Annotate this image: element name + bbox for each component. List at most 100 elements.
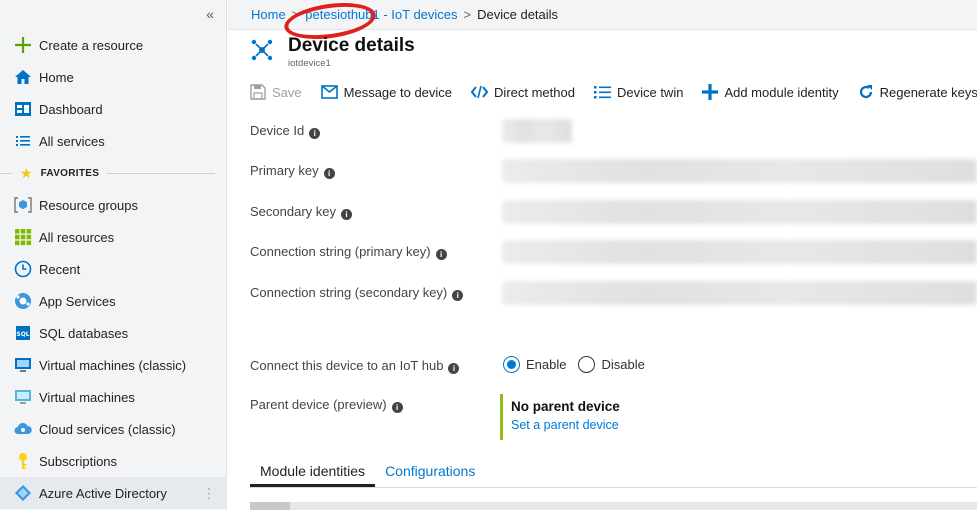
sidebar-item-label: SQL databases xyxy=(39,325,129,341)
tab-configurations[interactable]: Configurations xyxy=(375,460,485,487)
chevron-right-icon: > xyxy=(291,7,300,22)
main-content: Home > petesiothub1 - IoT devices > Device d… xyxy=(228,0,977,510)
tab-bar: Module identities Configurations xyxy=(250,460,977,488)
sidebar-item-all-resources[interactable]: All resources xyxy=(0,221,227,253)
set-parent-device-link[interactable]: Set a parent device xyxy=(511,418,620,432)
collapse-sidebar-icon[interactable]: « xyxy=(206,6,214,22)
save-button[interactable]: Save xyxy=(250,84,302,100)
vm-icon xyxy=(14,388,32,406)
tab-module-identities[interactable]: Module identities xyxy=(250,460,376,487)
clock-icon xyxy=(14,260,32,278)
module-grid-header xyxy=(250,502,977,510)
breadcrumb-current: Device details xyxy=(477,7,559,22)
sidebar-item-vm-classic[interactable]: Virtual machines (classic) xyxy=(0,349,227,381)
sidebar-item-label: All resources xyxy=(39,229,115,245)
secondary-key-label: Secondary key i xyxy=(250,204,352,220)
breadcrumb-iot-devices[interactable]: petesiothub1 - IoT devices xyxy=(305,7,457,22)
page-subtitle: iotdevice1 xyxy=(288,58,331,69)
conn-string-primary-label: Connection string (primary key) i xyxy=(250,244,447,260)
device-id-label: Device Id i xyxy=(250,123,321,139)
add-module-identity-button[interactable]: Add module identity xyxy=(702,84,839,100)
sidebar-item-recent[interactable]: Recent xyxy=(0,253,227,285)
add-module-label: Add module identity xyxy=(724,84,839,100)
sidebar-item-virtual-machines[interactable]: Virtual machines xyxy=(0,381,227,413)
regenerate-label: Regenerate keys xyxy=(879,84,977,100)
plus-icon xyxy=(702,84,719,100)
list-icon xyxy=(593,85,611,99)
save-icon xyxy=(250,84,266,100)
sidebar-item-all-services[interactable]: All services xyxy=(0,125,227,157)
key-icon xyxy=(14,452,32,470)
breadcrumb-home[interactable]: Home xyxy=(251,7,286,22)
sidebar-item-label: Virtual machines (classic) xyxy=(39,357,187,373)
sidebar-item-azure-active-directory[interactable]: Azure Active Directory ⋮ xyxy=(0,477,227,509)
sidebar-item-label: Virtual machines xyxy=(39,389,135,405)
info-icon[interactable]: i xyxy=(323,168,335,179)
sidebar: « Create a resource Home Dashboard All s… xyxy=(0,0,227,510)
sidebar-item-label: Create a resource xyxy=(39,37,144,53)
star-icon: ★ xyxy=(20,164,33,181)
top-bar: Home > petesiothub1 - IoT devices > Device d… xyxy=(228,0,977,45)
enable-radio[interactable] xyxy=(503,356,520,373)
conn-string-secondary-value-redacted xyxy=(502,281,977,305)
disable-label: Disable xyxy=(601,357,645,372)
sidebar-item-label: Dashboard xyxy=(39,101,103,117)
connect-hub-label: Connect this device to an IoT hub i xyxy=(250,358,460,374)
breadcrumb: Home > petesiothub1 - IoT devices > Device d… xyxy=(251,7,558,22)
parent-device-name: No parent device xyxy=(511,399,620,414)
sidebar-item-create-resource[interactable]: Create a resource xyxy=(0,29,227,61)
sidebar-item-resource-groups[interactable]: Resource groups xyxy=(0,189,227,221)
device-twin-label: Device twin xyxy=(616,84,684,100)
sidebar-item-label: Resource groups xyxy=(39,197,138,213)
favorites-header: ★ FAVORITES xyxy=(0,162,227,184)
page-title: Device details xyxy=(288,35,415,56)
sidebar-item-home[interactable]: Home xyxy=(0,61,227,93)
info-icon[interactable]: i xyxy=(391,402,403,413)
aad-icon xyxy=(14,484,32,502)
regenerate-keys-button[interactable]: Regenerate keys xyxy=(858,84,977,100)
sql-icon: SQL xyxy=(14,324,32,342)
refresh-icon xyxy=(858,84,874,100)
page-header: Device details iotdevice1 xyxy=(250,36,415,70)
drag-handle-icon[interactable]: ⋮ xyxy=(202,485,216,502)
message-to-device-button[interactable]: Message to device xyxy=(320,84,453,100)
device-twin-button[interactable]: Device twin xyxy=(593,84,684,100)
chevron-right-icon: > xyxy=(463,7,472,22)
sidebar-item-label: Subscriptions xyxy=(39,453,118,469)
info-icon[interactable]: i xyxy=(435,249,447,260)
resource-groups-icon xyxy=(14,196,32,214)
sidebar-item-label: Recent xyxy=(39,261,81,277)
message-label: Message to device xyxy=(343,84,453,100)
sidebar-item-cloud-services[interactable]: Cloud services (classic) xyxy=(0,413,227,445)
conn-string-primary-value-redacted xyxy=(502,240,977,264)
plus-icon xyxy=(14,36,32,54)
sidebar-item-label: All services xyxy=(39,133,105,149)
command-bar: Save Message to device Direct method Dev… xyxy=(250,82,977,102)
envelope-icon xyxy=(320,85,338,99)
info-icon[interactable]: i xyxy=(452,290,464,301)
parent-device-label: Parent device (preview) i xyxy=(250,397,403,413)
primary-key-value-redacted xyxy=(502,159,977,183)
list-icon xyxy=(14,132,32,150)
enable-label: Enable xyxy=(526,357,567,372)
conn-string-secondary-label: Connection string (secondary key) i xyxy=(250,285,464,301)
sidebar-item-label: Home xyxy=(39,69,74,85)
favorites-label: FAVORITES xyxy=(40,167,100,179)
home-icon xyxy=(14,68,32,86)
info-icon[interactable]: i xyxy=(309,128,321,139)
sidebar-item-app-services[interactable]: App Services xyxy=(0,285,227,317)
info-icon[interactable]: i xyxy=(341,209,352,220)
parent-device-panel: No parent device Set a parent device xyxy=(500,394,620,440)
primary-key-label: Primary key i xyxy=(250,163,335,179)
sidebar-item-sql-databases[interactable]: SQL SQL databases xyxy=(0,317,227,349)
sidebar-item-label: Cloud services (classic) xyxy=(39,421,176,437)
all-resources-icon xyxy=(14,228,32,246)
direct-method-button[interactable]: Direct method xyxy=(471,85,575,100)
connect-hub-radio-group: Enable Disable xyxy=(503,356,657,373)
sidebar-item-subscriptions[interactable]: Subscriptions xyxy=(0,445,227,477)
disable-radio[interactable] xyxy=(578,356,596,373)
save-label: Save xyxy=(272,84,302,100)
sidebar-item-dashboard[interactable]: Dashboard xyxy=(0,93,227,125)
info-icon[interactable]: i xyxy=(448,363,460,374)
cloud-services-icon xyxy=(14,420,32,438)
